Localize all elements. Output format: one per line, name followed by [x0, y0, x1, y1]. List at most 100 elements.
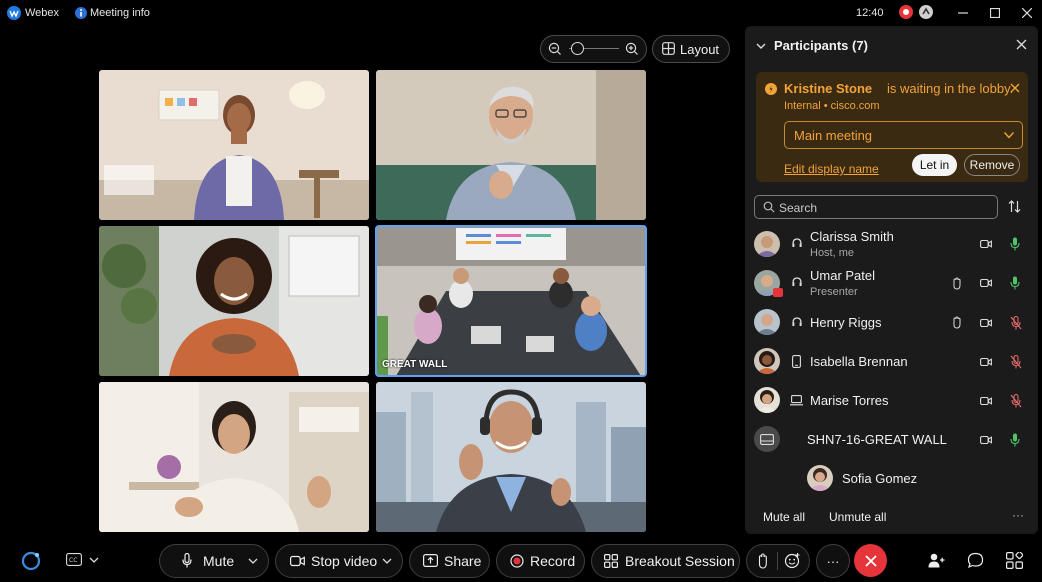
zoom-in-icon[interactable] — [625, 42, 638, 55]
presenting-badge-icon — [773, 288, 783, 297]
network-status-icon[interactable] — [919, 5, 933, 19]
breakout-session-button[interactable]: Breakout Session — [591, 544, 740, 578]
meeting-select-dropdown[interactable]: Main meeting — [784, 121, 1023, 149]
participant-row-room[interactable]: SHN7-16-GREAT WALL — [745, 421, 1038, 460]
breakout-grid-icon — [604, 554, 618, 568]
minimize-button[interactable] — [953, 3, 973, 23]
panel-more-button[interactable]: ··· — [1012, 508, 1024, 522]
room-name-label: GREAT WALL — [382, 359, 448, 370]
share-label: Share — [444, 553, 482, 569]
lobby-warning-icon — [765, 83, 777, 95]
closed-captions-icon[interactable]: CC — [66, 553, 82, 566]
divider — [777, 552, 778, 570]
raise-hand-button-icon[interactable] — [757, 553, 769, 569]
collapse-panel-chevron-icon[interactable] — [755, 40, 767, 52]
video-tile[interactable] — [99, 382, 369, 532]
lobby-participant-name: Kristine Stone — [784, 81, 873, 96]
apps-icon[interactable] — [1006, 552, 1023, 569]
layout-grid-icon — [662, 42, 675, 55]
audio-options-chevron-icon[interactable] — [248, 557, 258, 565]
close-panel-icon[interactable] — [1016, 39, 1027, 50]
captions-options-chevron-icon[interactable] — [89, 556, 99, 564]
edit-display-name-link[interactable]: Edit display name — [784, 162, 879, 176]
camera-icon[interactable] — [980, 318, 992, 328]
laptop-device-icon — [790, 395, 803, 406]
microphone-on-icon[interactable] — [1010, 433, 1020, 447]
camera-icon[interactable] — [980, 357, 992, 367]
meeting-info-icon[interactable] — [74, 6, 88, 20]
participant-row[interactable]: Isabella Brennan — [745, 343, 1038, 382]
video-tile[interactable] — [376, 382, 646, 532]
record-icon — [510, 554, 524, 568]
search-placeholder: Search — [779, 201, 818, 215]
unmute-all-button[interactable]: Unmute all — [829, 510, 886, 524]
zoom-control — [540, 35, 647, 63]
participant-row[interactable]: Clarissa Smith Host, me — [745, 226, 1038, 265]
let-in-button[interactable]: Let in — [912, 154, 957, 176]
room-video — [376, 226, 646, 376]
video-camera-icon — [290, 555, 305, 567]
remove-label: Remove — [969, 158, 1015, 172]
mute-all-button[interactable]: Mute all — [763, 510, 805, 524]
stop-video-button[interactable]: Stop video — [275, 544, 403, 578]
lobby-org: Internal • cisco.com — [784, 100, 880, 112]
room-device-avatar — [754, 426, 780, 452]
breakout-label: Breakout Session — [625, 553, 735, 569]
more-options-label: ··· — [826, 553, 840, 569]
participant-name: Clarissa Smith — [810, 229, 894, 244]
participant-search-input[interactable]: Search — [754, 195, 998, 219]
reactions-emoji-icon[interactable] — [784, 552, 801, 569]
recording-indicator-icon[interactable] — [899, 5, 913, 19]
headset-icon — [791, 316, 803, 328]
app-name: Webex — [25, 7, 60, 19]
participant-row[interactable]: Umar Patel Presenter — [745, 265, 1038, 304]
participant-name: Isabella Brennan — [810, 354, 908, 369]
camera-icon[interactable] — [980, 435, 992, 445]
camera-icon[interactable] — [980, 396, 992, 406]
chat-icon[interactable] — [967, 552, 984, 569]
share-button[interactable]: Share — [409, 544, 490, 578]
zoom-out-icon[interactable] — [548, 42, 561, 55]
layout-button[interactable]: Layout — [652, 35, 730, 63]
microphone-muted-icon[interactable] — [1010, 316, 1022, 330]
dismiss-lobby-icon[interactable] — [1010, 83, 1020, 93]
close-window-button[interactable] — [1017, 3, 1037, 23]
participants-toggle-icon[interactable] — [928, 552, 945, 569]
participant-role: Host, me — [810, 247, 855, 259]
video-options-chevron-icon[interactable] — [382, 557, 392, 565]
microphone-muted-icon[interactable] — [1010, 355, 1022, 369]
microphone-on-icon[interactable] — [1010, 237, 1020, 251]
microphone-muted-icon[interactable] — [1010, 394, 1022, 408]
sort-icon[interactable] — [1008, 200, 1021, 213]
panel-title: Participants (7) — [774, 38, 868, 53]
avatar — [754, 309, 780, 335]
mobile-device-icon — [792, 355, 801, 368]
microphone-on-icon[interactable] — [1010, 276, 1020, 290]
video-tile[interactable] — [99, 226, 369, 376]
camera-icon[interactable] — [980, 278, 992, 288]
mute-button[interactable]: Mute — [159, 544, 269, 578]
video-tile[interactable] — [99, 70, 369, 220]
zoom-slider-handle[interactable] — [571, 42, 584, 55]
webex-logo-icon — [7, 6, 21, 20]
participant-video — [376, 70, 646, 220]
layout-label: Layout — [680, 42, 720, 57]
video-tile-active[interactable]: GREAT WALL — [375, 225, 647, 377]
close-icon — [864, 554, 877, 567]
participant-name: Umar Patel — [810, 268, 876, 283]
leave-meeting-button[interactable] — [854, 544, 887, 577]
avatar — [754, 348, 780, 374]
microphone-icon — [182, 553, 192, 568]
meeting-info-link[interactable]: Meeting info — [90, 7, 150, 19]
video-tile[interactable] — [376, 70, 646, 220]
more-options-button[interactable]: ··· — [816, 544, 850, 578]
maximize-button[interactable] — [985, 3, 1005, 23]
participant-row[interactable]: Marise Torres — [745, 382, 1038, 421]
remove-button[interactable]: Remove — [964, 154, 1020, 176]
record-button[interactable]: Record — [496, 544, 585, 578]
camera-icon[interactable] — [980, 239, 992, 249]
participant-row[interactable]: Henry Riggs — [745, 304, 1038, 343]
participant-row-in-room[interactable]: Sofia Gomez — [745, 460, 1038, 499]
avatar — [754, 231, 780, 257]
webex-ai-assistant-icon[interactable] — [21, 551, 41, 571]
